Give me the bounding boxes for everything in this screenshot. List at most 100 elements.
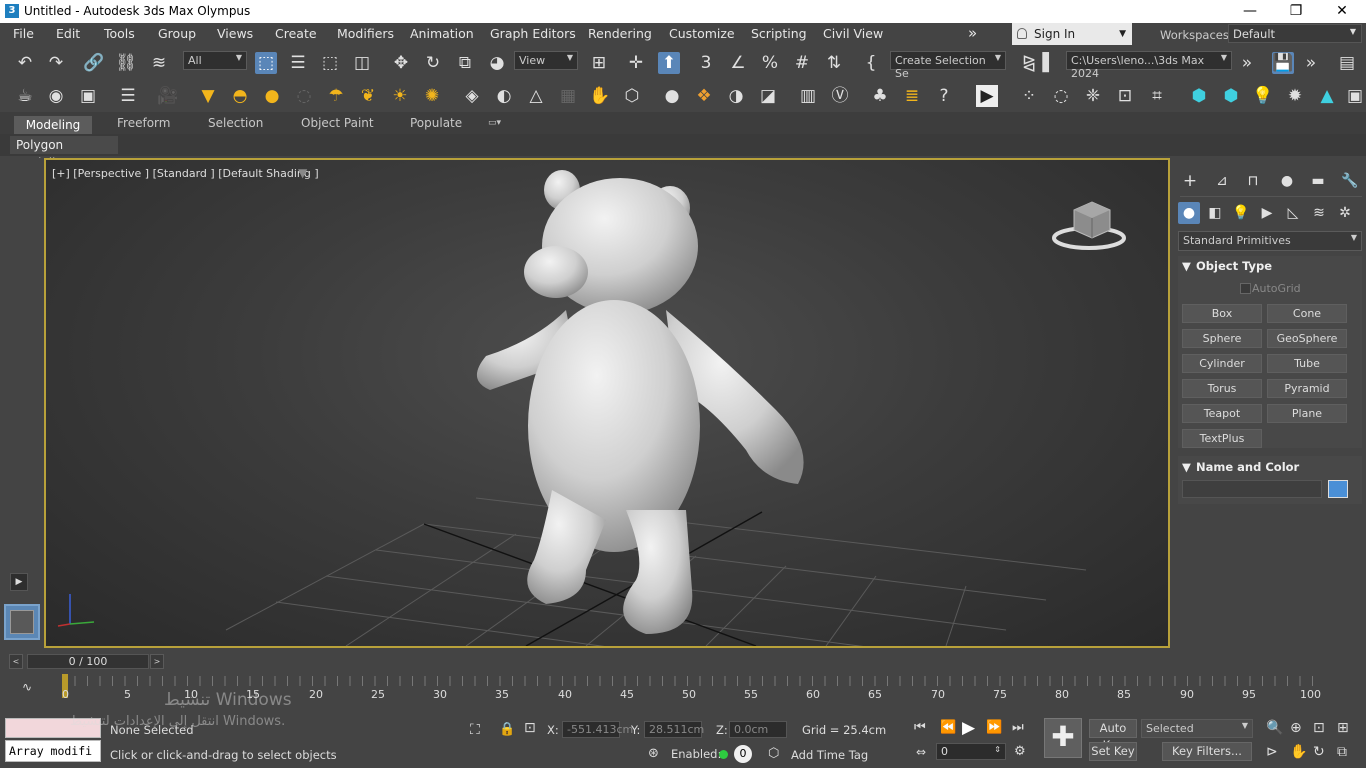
move-icon[interactable]: ✥ — [390, 52, 412, 74]
display-tab-icon[interactable]: ▬ — [1307, 170, 1329, 192]
photometric-light-icon[interactable]: ❦ — [357, 85, 379, 107]
window-crossing-icon[interactable]: ◫ — [351, 52, 373, 74]
toolbar-overflow-icon[interactable]: » — [1236, 52, 1258, 74]
material-sphere-icon[interactable]: ◐ — [493, 85, 515, 107]
pivot-center-icon[interactable]: ⊞ — [588, 52, 610, 74]
render-frame-icon[interactable]: ◪ — [757, 85, 779, 107]
cylinder-button[interactable]: Cylinder — [1182, 354, 1262, 373]
time-slider[interactable]: 0 / 100 — [27, 654, 149, 669]
lightbulb-icon[interactable]: 💡 — [1252, 85, 1274, 107]
zoom-extents-icon[interactable]: ⊡ — [1313, 720, 1325, 736]
braces-icon[interactable]: { — [860, 52, 882, 74]
tab-object-paint[interactable]: Object Paint — [301, 116, 374, 130]
geosphere-button[interactable]: GeoSphere — [1267, 329, 1347, 348]
key-mode-dropdown[interactable]: Selected ▼ — [1141, 719, 1253, 738]
sky-icon[interactable]: ✺ — [421, 85, 443, 107]
play-icon[interactable]: ▶ — [962, 718, 975, 738]
help-icon[interactable]: ? — [933, 85, 955, 107]
lights-icon[interactable]: 💡 — [1230, 202, 1252, 224]
plane-button[interactable]: Plane — [1267, 404, 1347, 423]
menu-views[interactable]: Views — [217, 26, 253, 41]
viewcube[interactable] — [1052, 192, 1126, 255]
sun-disc-icon[interactable]: ● — [261, 85, 283, 107]
menu-tools[interactable]: Tools — [104, 26, 135, 41]
modify-tab-icon[interactable]: ⊿ — [1211, 170, 1233, 192]
maximize-viewport-icon[interactable]: ⧉ — [1337, 744, 1347, 760]
zoom-all-icon[interactable]: ⊕ — [1290, 720, 1302, 736]
sphere-icon[interactable]: ◉ — [45, 85, 67, 107]
unlink-icon[interactable]: ⛓ — [115, 52, 137, 74]
shapes-icon[interactable]: ◧ — [1204, 202, 1226, 224]
cursor-tool-icon[interactable]: ▶ — [976, 85, 998, 107]
grid-snap-icon[interactable]: ⌗ — [1146, 85, 1168, 107]
viewport-layout-thumbnail[interactable] — [4, 604, 40, 640]
teapot-button[interactable]: Teapot — [1182, 404, 1262, 423]
box-icon[interactable]: ▣ — [77, 85, 99, 107]
snaps-toggle-icon[interactable]: 3 — [695, 52, 717, 74]
scale-icon[interactable]: ⧉ — [454, 52, 476, 74]
render-production-icon[interactable]: ▥ — [797, 85, 819, 107]
set-keys-icon[interactable]: ✚ — [1044, 718, 1082, 758]
curve-editor-icon[interactable]: ∿ — [22, 680, 32, 694]
named-selection-dropdown[interactable]: Create Selection Se ▼ — [890, 51, 1006, 80]
perspective-viewport[interactable]: [+] [Perspective ] [Standard ] [Default … — [44, 158, 1170, 648]
auto-key-button[interactable]: Auto Key — [1089, 719, 1137, 752]
sphere-button[interactable]: Sphere — [1182, 329, 1262, 348]
menu-file[interactable]: File — [13, 26, 34, 41]
select-object-icon[interactable]: ⬚ — [255, 52, 277, 74]
helper-icon[interactable]: ⬢ — [1220, 85, 1242, 107]
helpers-icon[interactable]: ◺ — [1282, 202, 1304, 224]
reference-coordinate-dropdown[interactable]: View ▼ — [514, 51, 578, 70]
next-frame-icon[interactable]: > — [150, 654, 164, 669]
mirror-icon[interactable]: ⧎ — [1018, 52, 1040, 74]
particles-icon[interactable]: ❖ — [693, 85, 715, 107]
viewcube-icon[interactable] — [1052, 192, 1126, 252]
minimize-button[interactable]: — — [1227, 0, 1273, 23]
key-filters-button[interactable]: Key Filters... — [1162, 742, 1252, 761]
vray-icon[interactable]: Ⓥ — [829, 85, 851, 107]
percent-snap-icon[interactable]: % — [759, 52, 781, 74]
align-icon[interactable]: ▌ — [1038, 52, 1060, 74]
edit-named-selection-icon[interactable]: ⇅ — [823, 52, 845, 74]
menu-scripting[interactable]: Scripting — [751, 26, 807, 41]
isolate-icon[interactable]: ⛶ — [470, 722, 480, 738]
previous-key-icon[interactable]: ⏪ — [940, 720, 956, 735]
zoom-extents-all-icon[interactable]: ⊞ — [1337, 720, 1349, 736]
go-to-start-icon[interactable]: ⏮ — [914, 720, 926, 735]
orbit-icon[interactable]: ↻ — [1313, 744, 1325, 760]
umbrella-light-icon[interactable]: ☂ — [325, 85, 347, 107]
menu-graph-editors[interactable]: Graph Editors — [490, 26, 576, 41]
enabled-count[interactable]: 0 — [734, 745, 752, 763]
viewport-icon[interactable]: ▣ — [1344, 85, 1366, 107]
time-configuration-icon[interactable]: ⚙ — [1014, 744, 1026, 759]
torus-button[interactable]: Torus — [1182, 379, 1262, 398]
rollout-toggle-icon[interactable]: ▼ — [1182, 460, 1191, 474]
lock-icon[interactable]: 🔒 — [499, 722, 515, 737]
menu-overflow-icon[interactable]: » — [968, 24, 977, 42]
select-manipulate-icon[interactable]: ✛ — [625, 52, 647, 74]
menu-create[interactable]: Create — [275, 26, 317, 41]
tab-modeling[interactable]: Modeling — [14, 116, 92, 134]
render-setup-icon[interactable]: ▤ — [1336, 52, 1358, 74]
selection-filter-dropdown[interactable]: All ▼ — [183, 51, 247, 70]
teapot-icon[interactable]: ☕ — [14, 85, 36, 107]
tree-icon[interactable]: ▲ — [1316, 85, 1338, 107]
y-coordinate-field[interactable]: 28.511cm — [644, 721, 704, 738]
scene-explorer-icon[interactable]: ⬡ — [621, 85, 643, 107]
object-color-swatch[interactable] — [1328, 480, 1348, 498]
dome-light-icon[interactable]: ◓ — [229, 85, 251, 107]
vertex-icon[interactable]: ⁘ — [1018, 85, 1040, 107]
tab-selection[interactable]: Selection — [208, 116, 263, 130]
list-icon[interactable]: ☰ — [117, 85, 139, 107]
pan-icon[interactable]: ✋ — [1290, 744, 1307, 760]
geometry-icon[interactable]: ● — [1178, 202, 1200, 224]
rollout-toggle-icon[interactable]: ▼ — [1182, 259, 1191, 273]
camera-icon[interactable]: 🎥 — [157, 85, 179, 107]
tube-button[interactable]: Tube — [1267, 354, 1347, 373]
place-icon[interactable]: ◕ — [486, 52, 508, 74]
textplus-button[interactable]: TextPlus — [1182, 429, 1262, 448]
z-coordinate-field[interactable]: 0.0cm — [729, 721, 787, 738]
absolute-mode-icon[interactable]: ⊡ — [524, 720, 536, 736]
set-key-button[interactable]: Set Key — [1089, 742, 1137, 761]
edge-loop-icon[interactable]: ◌ — [1050, 85, 1072, 107]
